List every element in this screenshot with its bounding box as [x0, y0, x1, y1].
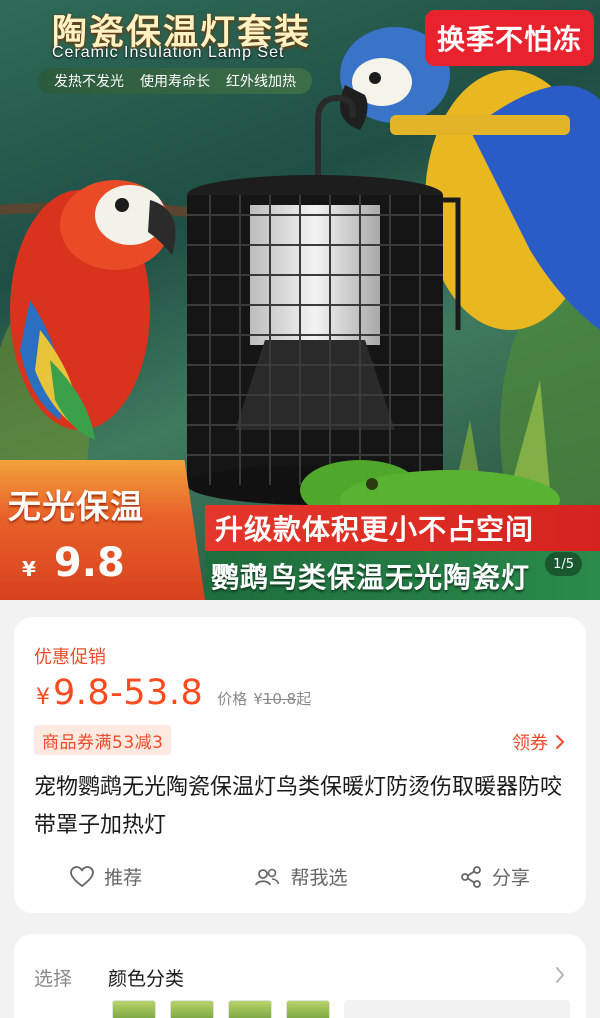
price-currency: ¥: [36, 685, 50, 710]
chevron-right-icon: [556, 735, 564, 749]
sku-label: 选择: [34, 968, 73, 990]
sku-thumbnail[interactable]: [286, 1000, 330, 1018]
image-pager: 1/5: [545, 552, 582, 576]
product-title: 宠物鹦鹉无光陶瓷保温灯鸟类保暖灯防烫伤取暖器防咬带罩子加热灯: [34, 775, 563, 838]
people-icon: [255, 868, 280, 885]
panel-price: 9.8: [53, 540, 125, 586]
recommend-label: 推荐: [104, 867, 143, 889]
sku-select-card[interactable]: 选择 颜色分类: [14, 934, 586, 1018]
feature-item: 发热不发光: [54, 74, 124, 90]
feature-item: 红外线加热: [226, 74, 296, 90]
original-price-suffix: 起: [296, 690, 312, 708]
hero-price-panel: 无光保温 ¥ 9.8: [0, 460, 205, 600]
get-coupon-button[interactable]: 领券: [512, 729, 566, 755]
sku-thumbnail[interactable]: [228, 1000, 272, 1018]
panel-title: 无光保温: [8, 487, 144, 526]
lamp-cage-illustration: [187, 175, 461, 505]
share-icon: [460, 865, 481, 888]
hero-features: 发热不发光 使用寿命长 红外线加热: [38, 68, 312, 94]
get-coupon-label: 领券: [512, 733, 548, 754]
sku-thumbnails: [112, 1000, 570, 1018]
original-price: 10.8: [262, 690, 297, 708]
recommend-button[interactable]: 推荐: [70, 863, 142, 890]
share-button[interactable]: 分享: [460, 863, 530, 890]
heart-icon: [70, 865, 95, 887]
sku-more-placeholder: [344, 1000, 570, 1018]
banner-green: 鹦鹉鸟类保温无光陶瓷灯: [205, 551, 600, 600]
original-price-label: 价格: [217, 690, 248, 708]
sku-value: 颜色分类: [108, 968, 185, 990]
action-bar: 推荐 帮我选 分享: [14, 863, 586, 890]
promo-label: 优惠促销: [34, 647, 106, 668]
product-image-carousel[interactable]: 陶瓷保温灯套装 Ceramic Insulation Lamp Set 发热不发…: [0, 0, 600, 600]
price-range: 9.8-53.8: [53, 673, 204, 713]
help-choose-label: 帮我选: [290, 867, 348, 889]
chevron-right-icon: [556, 967, 564, 983]
original-price-currency: ¥: [253, 690, 263, 708]
corner-tag: 换季不怕冻: [424, 10, 594, 66]
sku-thumbnail[interactable]: [112, 1000, 156, 1018]
price-row: ¥ 9.8-53.8 价格 ¥ 10.8 起: [36, 673, 311, 713]
panel-price-row: ¥ 9.8: [22, 540, 125, 596]
product-page: 陶瓷保温灯套装 Ceramic Insulation Lamp Set 发热不发…: [0, 0, 600, 1018]
feature-item: 使用寿命长: [140, 74, 210, 90]
banner-red: 升级款体积更小不占空间: [205, 505, 600, 551]
share-label: 分享: [491, 867, 530, 889]
price-info-card: 优惠促销 ¥ 9.8-53.8 价格 ¥ 10.8 起 商品券满53减3 领券 …: [14, 617, 586, 913]
sku-thumbnail[interactable]: [170, 1000, 214, 1018]
red-macaw-illustration: [10, 180, 176, 440]
panel-currency: ¥: [22, 557, 36, 581]
hero-subtitle: Ceramic Insulation Lamp Set: [52, 44, 285, 61]
help-choose-button[interactable]: 帮我选: [254, 863, 348, 890]
coupon-badge: 商品券满53减3: [34, 725, 172, 755]
